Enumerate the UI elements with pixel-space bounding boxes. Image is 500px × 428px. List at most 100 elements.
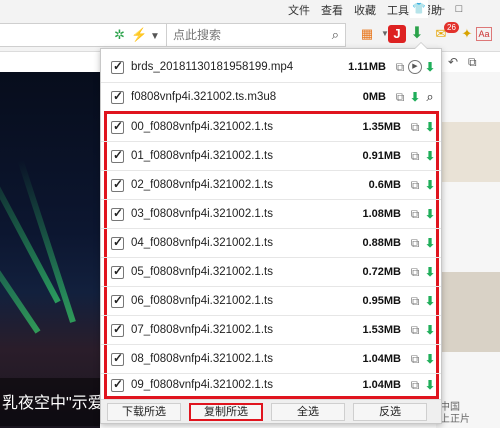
file-row[interactable]: 04_f0808vnfp4i.321002.1.ts 0.88MB ⧉ ⬇ (107, 229, 437, 257)
thumbnail[interactable] (440, 122, 500, 182)
file-name: 01_f0808vnfp4i.321002.1.ts (131, 150, 273, 162)
right-text-1: 中国 (440, 402, 460, 413)
download-icon[interactable]: ⬇ (423, 60, 437, 74)
copy-icon[interactable]: ⧉ (408, 149, 422, 163)
file-row[interactable]: 07_f0808vnfp4i.321002.1.ts 1.53MB ⧉ ⬇ (107, 316, 437, 344)
file-row[interactable]: 03_f0808vnfp4i.321002.1.ts 1.08MB ⧉ ⬇ (107, 200, 437, 228)
download-icon[interactable]: ⬇ (423, 352, 437, 366)
file-size: 0MB (362, 91, 386, 103)
file-size: 1.35MB (362, 121, 401, 133)
file-checkbox[interactable] (111, 177, 124, 192)
download-icon[interactable]: ⬇ (423, 207, 437, 221)
copy-icon[interactable]: ⧉ (408, 236, 422, 250)
music-icon[interactable]: J (388, 25, 406, 43)
file-row[interactable]: 00_f0808vnfp4i.321002.1.ts 1.35MB ⧉ ⬇ (107, 113, 437, 141)
download-selected-button[interactable]: 下载所选 (107, 403, 181, 421)
menu-favorites[interactable]: 收藏 (354, 2, 376, 18)
menu-file[interactable]: 文件 (288, 2, 310, 18)
popup-action-bar: 下载所选 复制所选 全选 反选 (101, 399, 441, 423)
lightning-icon[interactable]: ⚡ (131, 27, 147, 43)
copy-icon[interactable]: ⧉ (408, 378, 422, 392)
download-icon[interactable]: ⬇ (423, 149, 437, 163)
file-checkbox[interactable] (111, 119, 124, 134)
right-column: 中国 上正片 (436, 72, 500, 428)
maximize-button[interactable]: □ (450, 0, 468, 18)
file-size: 0.95MB (362, 295, 401, 307)
file-size: 0.88MB (362, 237, 401, 249)
file-checkbox[interactable] (111, 206, 124, 221)
apps-icon[interactable]: ▦ (358, 25, 376, 43)
file-row[interactable]: 01_f0808vnfp4i.321002.1.ts 0.91MB ⧉ ⬇ (107, 142, 437, 170)
file-size: 1.53MB (362, 324, 401, 336)
file-name: 06_f0808vnfp4i.321002.1.ts (131, 295, 273, 307)
mail-icon[interactable]: ✦ (458, 25, 476, 43)
minimize-button[interactable]: — (430, 0, 448, 18)
copy-icon[interactable]: ⧉ (393, 60, 407, 74)
menu-view[interactable]: 查看 (321, 2, 343, 18)
file-size: 0.91MB (362, 150, 401, 162)
file-checkbox[interactable] (111, 322, 124, 337)
video-sniffer-icon[interactable]: ⬇ (408, 25, 426, 43)
copy-icon[interactable]: ⧉ (408, 178, 422, 192)
refresh-spin-icon[interactable]: ✲ (114, 27, 125, 43)
file-checkbox[interactable] (111, 89, 124, 104)
file-name: 09_f0808vnfp4i.321002.1.ts (131, 379, 273, 391)
download-icon[interactable]: ⬇ (408, 90, 422, 104)
thumbnail[interactable] (440, 272, 500, 352)
file-row[interactable]: 02_f0808vnfp4i.321002.1.ts 0.6MB ⧉ ⬇ (107, 171, 437, 199)
copy-icon[interactable]: ⧉ (408, 265, 422, 279)
address-bar[interactable]: ✲ ⚡ ▼ (0, 23, 168, 47)
chevron-down-icon[interactable]: ▼ (150, 29, 160, 45)
shirt-icon[interactable]: 👕 (410, 0, 428, 18)
file-row[interactable]: 08_f0808vnfp4i.321002.1.ts 1.04MB ⧉ ⬇ (107, 345, 437, 373)
menu-bar: 文件 查看 收藏 工具 帮助 👕 — □ (0, 0, 500, 18)
file-checkbox[interactable] (111, 59, 124, 74)
copy-icon[interactable]: ⧉ (408, 207, 422, 221)
play-icon[interactable]: ▶ (408, 60, 422, 74)
hero-image: 乳夜空中"示爱" (0, 72, 100, 428)
download-icon[interactable]: ⬇ (423, 236, 437, 250)
file-size: 1.04MB (362, 353, 401, 365)
hero-caption[interactable]: 乳夜空中"示爱" (0, 378, 100, 426)
download-icon[interactable]: ⬇ (423, 120, 437, 134)
file-row[interactable]: brds_20181130181958199.mp4 1.11MB ⧉ ▶ ⬇ (107, 53, 437, 81)
copy-selected-button[interactable]: 复制所选 (189, 403, 263, 421)
download-icon[interactable]: ⬇ (423, 178, 437, 192)
menu-tools[interactable]: 工具 (387, 2, 409, 18)
pdf-icon[interactable]: Aa (476, 27, 492, 41)
file-checkbox[interactable] (111, 148, 124, 163)
search-input[interactable] (167, 24, 317, 46)
file-checkbox[interactable] (111, 264, 124, 279)
copy-icon[interactable]: ⧉ (393, 90, 407, 104)
back-tab-icon[interactable]: ↶ (448, 55, 458, 69)
file-row[interactable]: f0808vnfp4i.321002.ts.m3u8 0MB ⧉ ⬇ ⌕ (107, 83, 437, 111)
copy-icon[interactable]: ⧉ (408, 323, 422, 337)
download-icon[interactable]: ⬇ (423, 294, 437, 308)
copy-icon[interactable]: ⧉ (408, 352, 422, 366)
file-row[interactable]: 09_f0808vnfp4i.321002.1.ts 1.04MB ⧉ ⬇ (107, 371, 437, 399)
copy-icon[interactable]: ⧉ (408, 294, 422, 308)
file-checkbox[interactable] (111, 377, 124, 392)
file-name: 02_f0808vnfp4i.321002.1.ts (131, 179, 273, 191)
file-checkbox[interactable] (111, 351, 124, 366)
video-download-popup: brds_20181130181958199.mp4 1.11MB ⧉ ▶ ⬇ … (100, 42, 442, 424)
file-checkbox[interactable] (111, 293, 124, 308)
file-name: brds_20181130181958199.mp4 (131, 61, 294, 73)
magnifier-icon[interactable]: ⌕ (423, 90, 437, 104)
file-name: 03_f0808vnfp4i.321002.1.ts (131, 208, 273, 220)
invert-selection-button[interactable]: 反选 (353, 403, 427, 421)
restore-icon[interactable]: ⧉ (468, 55, 477, 70)
select-all-button[interactable]: 全选 (271, 403, 345, 421)
search-box: ⌕ (166, 23, 346, 47)
download-icon[interactable]: ⬇ (423, 323, 437, 337)
file-row[interactable]: 06_f0808vnfp4i.321002.1.ts 0.95MB ⧉ ⬇ (107, 287, 437, 315)
light-beam (0, 150, 61, 304)
copy-icon[interactable]: ⧉ (408, 120, 422, 134)
file-row[interactable]: 05_f0808vnfp4i.321002.1.ts 0.72MB ⧉ ⬇ (107, 258, 437, 286)
download-icon[interactable]: ⬇ (423, 378, 437, 392)
chat-badge: 26 (444, 22, 459, 33)
file-size: 1.08MB (362, 208, 401, 220)
search-icon[interactable]: ⌕ (332, 27, 339, 43)
download-icon[interactable]: ⬇ (423, 265, 437, 279)
file-checkbox[interactable] (111, 235, 124, 250)
